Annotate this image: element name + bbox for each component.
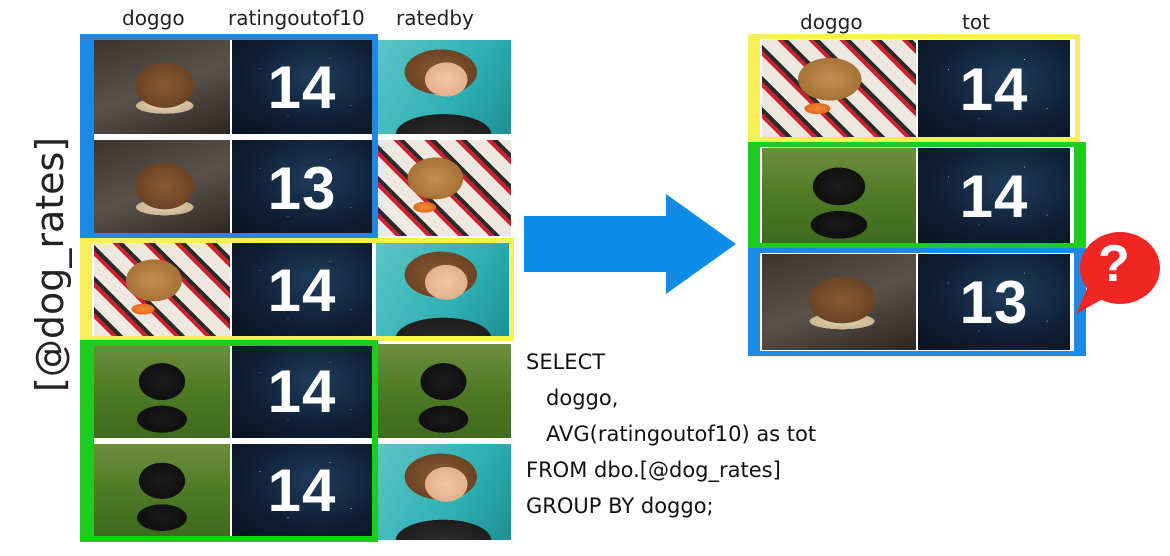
header-ratedby: ratedby <box>396 6 474 30</box>
result-doggo-photo-3 <box>762 254 916 350</box>
question-mark: ? <box>1098 235 1130 293</box>
tot-value: 14 <box>959 162 1029 230</box>
rating-value: 14 <box>267 456 337 524</box>
sql-line: AVG(ratingoutof10) as tot <box>526 422 817 446</box>
doggo-photo-1 <box>94 40 230 134</box>
sql-query: SELECT doggo, AVG(ratingoutof10) as tot F… <box>526 344 816 524</box>
rating-cell-2: 13 <box>232 140 372 236</box>
result-header-tot: tot <box>962 10 990 34</box>
sql-line: GROUP BY doggo; <box>526 494 714 518</box>
rating-cell-3: 14 <box>232 242 372 338</box>
sql-line: doggo, <box>526 386 619 410</box>
rating-value: 14 <box>267 357 337 425</box>
rating-cell-5: 14 <box>232 444 372 536</box>
result-header-doggo: doggo <box>800 10 863 34</box>
result-tot-cell-1: 14 <box>918 40 1070 138</box>
ratedby-photo-3 <box>376 242 511 338</box>
rating-value: 14 <box>267 53 337 121</box>
ratedby-photo-4 <box>376 344 511 438</box>
header-doggo: doggo <box>122 6 185 30</box>
sql-line: FROM dbo.[@dog_rates] <box>526 458 781 482</box>
doggo-photo-4 <box>94 344 230 438</box>
table-name-label: [@dog_rates] <box>28 136 72 392</box>
transform-arrow-icon <box>524 194 736 294</box>
result-tot-cell-3: 13 <box>918 254 1070 350</box>
ratedby-photo-2 <box>376 140 511 236</box>
doggo-photo-5 <box>94 444 230 536</box>
tot-value: 13 <box>959 268 1029 336</box>
doggo-photo-2 <box>94 140 230 236</box>
result-tot-cell-2: 14 <box>918 148 1070 244</box>
ratedby-photo-1 <box>376 40 511 134</box>
rating-cell-4: 14 <box>232 344 372 438</box>
header-ratingoutof10: ratingoutof10 <box>228 6 365 30</box>
rating-cell-1: 14 <box>232 40 372 134</box>
rating-value: 14 <box>267 256 337 324</box>
doggo-photo-3 <box>94 242 230 338</box>
tot-value: 14 <box>959 55 1029 123</box>
result-doggo-photo-1 <box>762 40 916 138</box>
result-doggo-photo-2 <box>762 148 916 244</box>
ratedby-photo-5 <box>376 444 511 540</box>
rating-value: 13 <box>267 154 337 222</box>
